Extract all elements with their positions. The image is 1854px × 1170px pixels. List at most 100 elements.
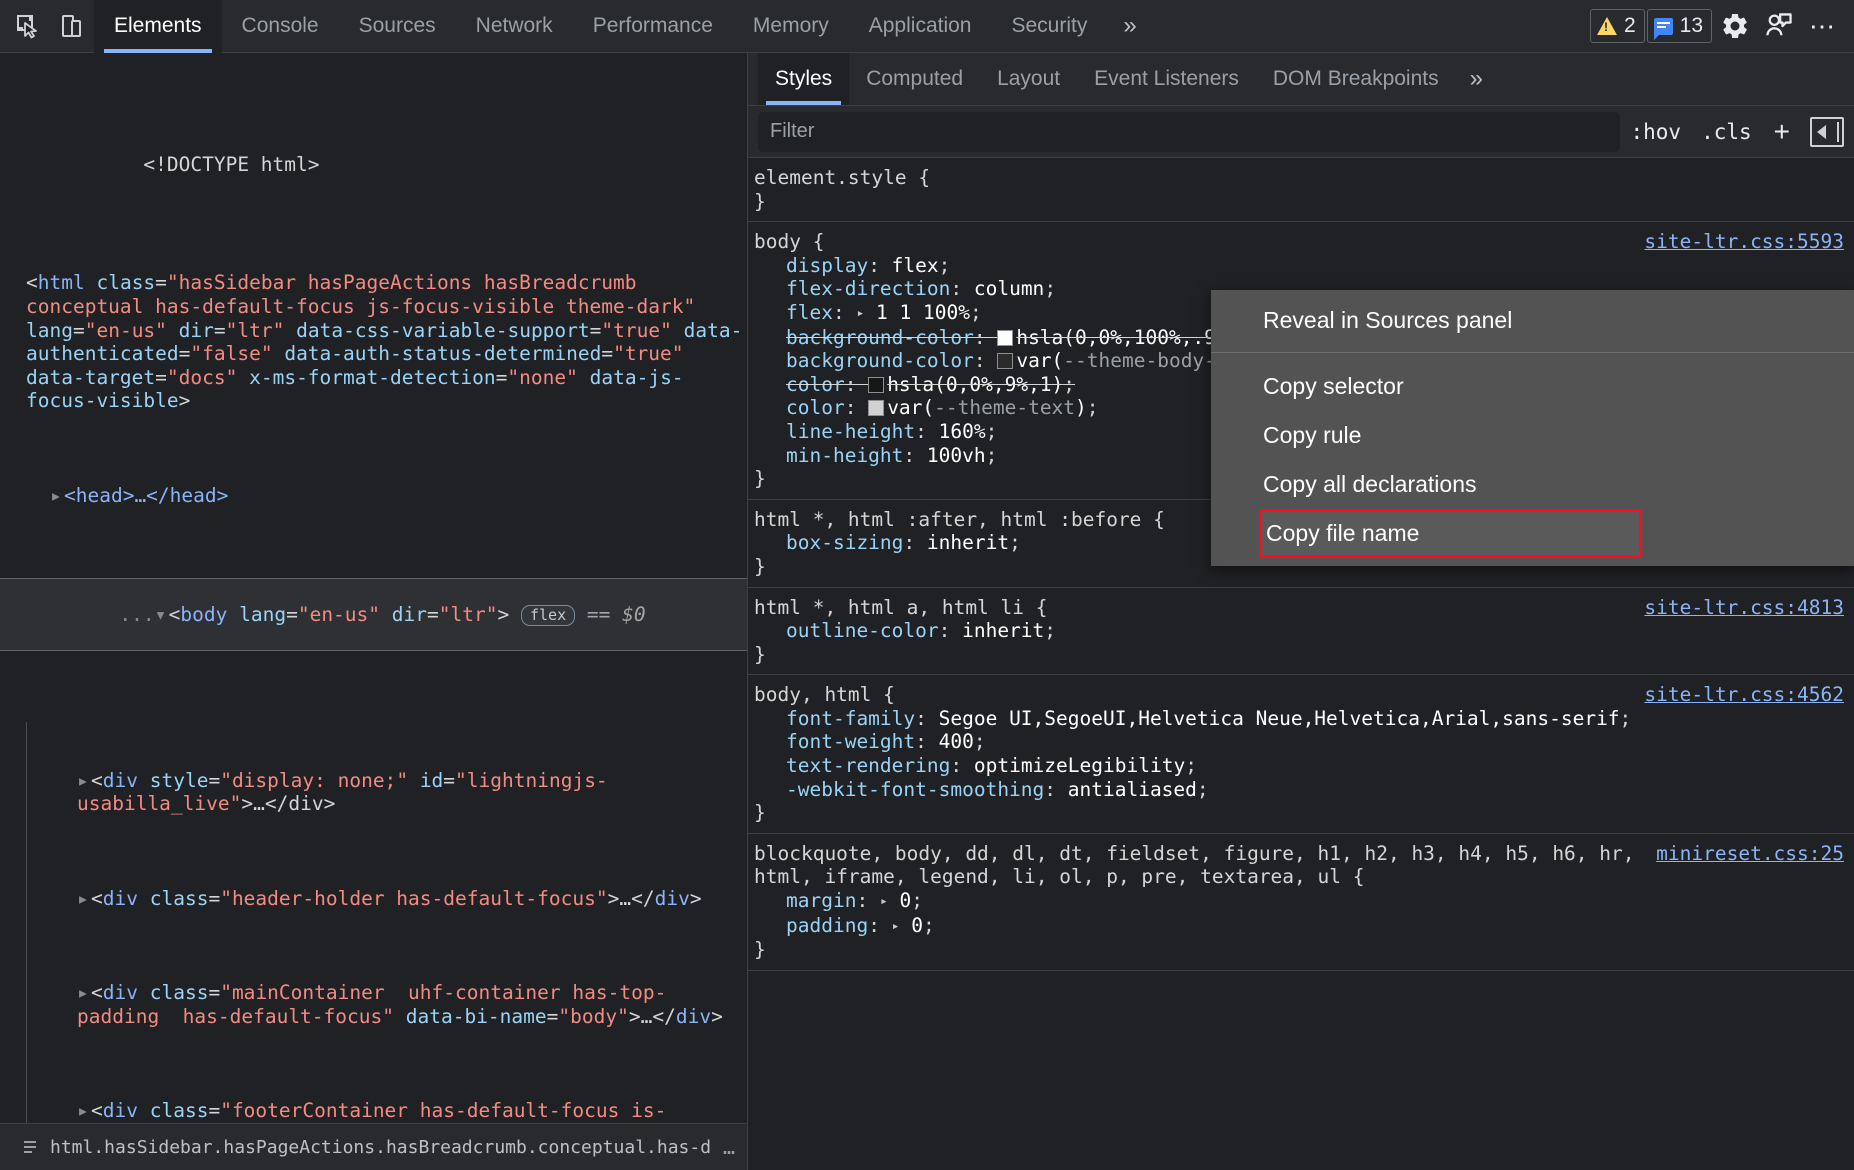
css-declaration[interactable]: font-weight: 400; xyxy=(748,730,1854,754)
color-swatch[interactable] xyxy=(868,400,884,416)
context-menu-item-reveal-in-sources[interactable]: Reveal in Sources panel xyxy=(1211,296,1854,345)
tab-layout-label: Layout xyxy=(997,67,1060,91)
flex-badge[interactable]: flex xyxy=(521,605,575,626)
css-rule-minireset[interactable]: blockquote, body, dd, dl, dt, fieldset, … xyxy=(748,834,1854,971)
css-declaration[interactable]: padding: ▸ 0; xyxy=(748,914,1854,939)
expand-arrow-icon[interactable]: ▸ xyxy=(50,484,64,508)
toggle-pseudo-states-button[interactable]: :hov xyxy=(1620,120,1691,144)
tab-elements[interactable]: Elements xyxy=(94,0,222,53)
expand-arrow-icon[interactable]: ▸ xyxy=(77,1099,91,1123)
devtools-toolbar: Elements Console Sources Network Perform… xyxy=(0,0,1854,53)
css-selector[interactable]: body { xyxy=(754,230,824,254)
selected-node-marker: == $0 xyxy=(587,603,646,626)
tab-dom-breakpoints-label: DOM Breakpoints xyxy=(1273,67,1439,91)
tab-event-listeners[interactable]: Event Listeners xyxy=(1077,53,1256,105)
feedback-icon[interactable] xyxy=(1758,5,1800,47)
dom-line-div-usabilla[interactable]: ▸<div style="display: none;" id="lightni… xyxy=(27,769,747,816)
warning-counter-button[interactable]: 2 xyxy=(1590,9,1645,43)
tab-styles[interactable]: Styles xyxy=(758,53,849,105)
styles-filter-input[interactable] xyxy=(758,112,1620,152)
dom-line-div-main[interactable]: ▸<div class="mainContainer uhf-container… xyxy=(27,981,747,1028)
tab-console[interactable]: Console xyxy=(222,0,339,53)
tab-network[interactable]: Network xyxy=(456,0,573,53)
more-tabs-chevron-icon[interactable]: » xyxy=(1107,0,1152,53)
tab-performance[interactable]: Performance xyxy=(573,0,733,53)
breadcrumb-overflow-icon[interactable]: … xyxy=(711,1135,747,1159)
dom-line-doctype[interactable]: <!DOCTYPE html> xyxy=(0,130,747,201)
dom-line-html-open[interactable]: <html class="hasSidebar hasPageActions h… xyxy=(0,271,747,413)
device-toolbar-icon[interactable] xyxy=(50,4,94,48)
tab-security[interactable]: Security xyxy=(991,0,1107,53)
context-menu-item-copy-selector[interactable]: Copy selector xyxy=(1211,362,1854,411)
expand-arrow-icon[interactable]: ▸ xyxy=(77,769,91,793)
dom-line-div-header[interactable]: ▸<div class="header-holder has-default-f… xyxy=(27,887,747,911)
context-menu-item-copy-rule[interactable]: Copy rule xyxy=(1211,411,1854,460)
css-selector[interactable]: element.style { xyxy=(754,166,930,190)
expand-shorthand-icon[interactable]: ▸ xyxy=(856,302,864,326)
css-selector[interactable]: html *, html :after, html :before { xyxy=(754,508,1165,532)
dom-line-body-selected[interactable]: ...▾<body lang="en-us" dir="ltr"> flex =… xyxy=(0,578,747,651)
computed-sidebar-toggle-icon[interactable] xyxy=(1810,117,1844,147)
expand-shorthand-icon[interactable]: ▸ xyxy=(892,915,900,939)
css-declaration[interactable]: text-rendering: optimizeLegibility; xyxy=(748,754,1854,778)
dom-tree[interactable]: <!DOCTYPE html> <html class="hasSidebar … xyxy=(0,53,747,1123)
message-count: 13 xyxy=(1680,14,1703,38)
css-declaration[interactable]: margin: ▸ 0; xyxy=(748,889,1854,914)
css-rule-close: } xyxy=(748,190,1854,214)
tab-styles-label: Styles xyxy=(775,67,832,91)
new-style-rule-button[interactable]: + xyxy=(1762,118,1802,146)
css-declaration[interactable]: -webkit-font-smoothing: antialiased; xyxy=(748,778,1854,802)
toggle-element-classes-button[interactable]: .cls xyxy=(1691,120,1762,144)
dom-children-group: ▸<div style="display: none;" id="lightni… xyxy=(26,722,747,1123)
context-menu-item-copy-file-name[interactable]: Copy file name xyxy=(1259,509,1642,558)
tab-application[interactable]: Application xyxy=(849,0,992,53)
expand-arrow-icon[interactable]: ▸ xyxy=(77,887,91,911)
color-swatch[interactable] xyxy=(997,330,1013,346)
color-swatch[interactable] xyxy=(868,377,884,393)
toolbar-right-controls: 2 13 ⋯ xyxy=(1590,5,1854,47)
css-selector[interactable]: html *, html a, html li { xyxy=(754,596,1048,620)
devtools-main: <!DOCTYPE html> <html class="hasSidebar … xyxy=(0,53,1854,1170)
more-options-icon[interactable]: ⋯ xyxy=(1802,5,1844,47)
dom-line-head[interactable]: ▸<head>…</head> xyxy=(0,484,747,508)
collapse-arrow-icon[interactable]: ▾ xyxy=(155,603,169,627)
css-source-link[interactable]: minireset.css:25 xyxy=(1642,842,1844,866)
tab-computed[interactable]: Computed xyxy=(849,53,980,105)
tab-memory[interactable]: Memory xyxy=(733,0,849,53)
css-rule-body-html[interactable]: body, html { site-ltr.css:4562 font-fami… xyxy=(748,675,1854,834)
context-menu-separator xyxy=(1211,352,1854,353)
tab-performance-label: Performance xyxy=(593,14,713,38)
head-node: <head>…</head> xyxy=(64,484,228,507)
styles-context-menu[interactable]: Reveal in Sources panel Copy selector Co… xyxy=(1211,290,1854,566)
css-declaration[interactable]: font-family: Segoe UI,SegoeUI,Helvetica … xyxy=(748,707,1854,731)
css-source-link[interactable]: site-ltr.css:4813 xyxy=(1630,596,1844,620)
css-selector[interactable]: blockquote, body, dd, dl, dt, fieldset, … xyxy=(754,842,1642,889)
warning-triangle-icon xyxy=(1597,17,1617,35)
tab-event-listeners-label: Event Listeners xyxy=(1094,67,1239,91)
dom-line-div-footer[interactable]: ▸<div class="footerContainer has-default… xyxy=(27,1099,747,1123)
breadcrumb-html-node[interactable]: html.hasSidebar.hasPageActions.hasBreadc… xyxy=(50,1137,711,1158)
css-declaration[interactable]: outline-color: inherit; xyxy=(748,619,1854,643)
css-declaration[interactable]: display: flex; xyxy=(748,254,1854,278)
styles-more-tabs-chevron-icon[interactable]: » xyxy=(1456,53,1497,105)
context-menu-item-copy-all-declarations[interactable]: Copy all declarations xyxy=(1211,460,1854,509)
css-rule-html-a-li[interactable]: html *, html a, html li { site-ltr.css:4… xyxy=(748,588,1854,676)
css-rule-close: } xyxy=(748,938,1854,962)
css-rule-element-style[interactable]: element.style { } xyxy=(748,158,1854,222)
tab-layout[interactable]: Layout xyxy=(980,53,1077,105)
tab-sources-label: Sources xyxy=(359,14,436,38)
tab-sources[interactable]: Sources xyxy=(339,0,456,53)
color-swatch[interactable] xyxy=(997,353,1013,369)
message-counter-button[interactable]: 13 xyxy=(1647,9,1712,43)
inspect-element-icon[interactable] xyxy=(6,4,50,48)
css-selector[interactable]: body, html { xyxy=(754,683,895,707)
expand-arrow-icon[interactable]: ▸ xyxy=(77,981,91,1005)
css-source-link[interactable]: site-ltr.css:5593 xyxy=(1630,230,1844,254)
expand-shorthand-icon[interactable]: ▸ xyxy=(880,890,888,914)
breadcrumb-expand-icon[interactable] xyxy=(10,1127,50,1167)
gear-icon[interactable] xyxy=(1714,5,1756,47)
tab-network-label: Network xyxy=(476,14,553,38)
css-source-link[interactable]: site-ltr.css:4562 xyxy=(1630,683,1844,707)
styles-panel-tabs: Styles Computed Layout Event Listeners D… xyxy=(748,53,1854,106)
tab-dom-breakpoints[interactable]: DOM Breakpoints xyxy=(1256,53,1456,105)
